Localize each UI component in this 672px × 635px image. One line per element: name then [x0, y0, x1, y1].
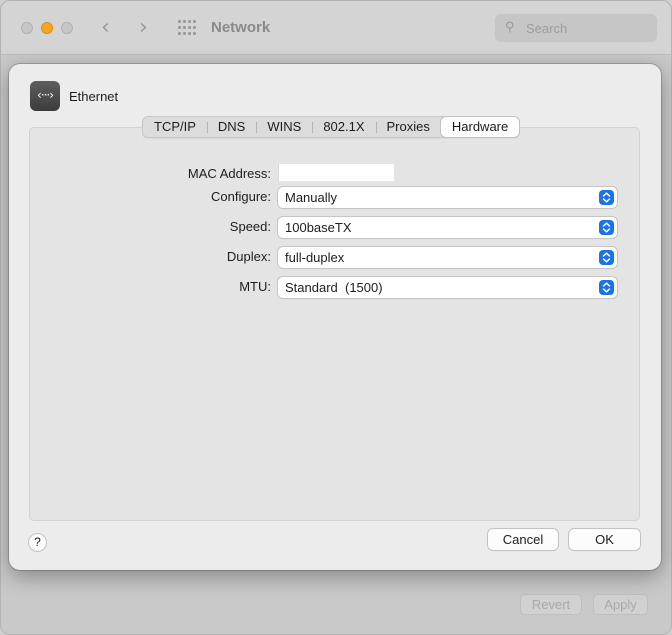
- duplex-popup[interactable]: full-duplex: [278, 247, 617, 268]
- ok-button[interactable]: OK: [569, 529, 640, 550]
- service-name: Ethernet: [69, 89, 119, 104]
- configure-value: Manually: [285, 190, 338, 205]
- revert-button[interactable]: Revert: [520, 594, 582, 615]
- speed-value: 100baseTX: [285, 220, 352, 235]
- mac-address-value: [278, 164, 394, 181]
- ethernet-hardware-sheet: ‹···› Ethernet TCP/IP DNS WINS 802.1X Pr…: [9, 64, 661, 570]
- mtu-row: MTU: Standard (1500): [9, 277, 661, 298]
- show-all-grid-icon[interactable]: [178, 20, 196, 36]
- chevron-right-icon[interactable]: ›: [139, 15, 148, 40]
- tab-8021x[interactable]: 802.1X: [312, 117, 375, 137]
- tab-tcpip[interactable]: TCP/IP: [143, 117, 207, 137]
- apply-button[interactable]: Apply: [593, 594, 648, 615]
- help-button[interactable]: ?: [29, 534, 46, 551]
- configure-label: Configure:: [211, 189, 271, 204]
- speed-label: Speed:: [229, 219, 271, 234]
- chevron-left-icon[interactable]: ‹: [101, 15, 110, 40]
- tab-dns[interactable]: DNS: [206, 117, 256, 137]
- mtu-popup[interactable]: Standard (1500): [278, 277, 617, 298]
- zoom-window-button[interactable]: [61, 22, 73, 34]
- chevron-up-down-icon: [599, 220, 614, 235]
- mtu-label: MTU:: [239, 279, 271, 294]
- toolbar: ‹ › Network ⚲ Search: [1, 1, 671, 55]
- configure-row: Configure: Manually: [9, 187, 661, 208]
- tab-wins[interactable]: WINS: [256, 117, 312, 137]
- chevron-up-down-icon: [599, 250, 614, 265]
- search-icon: ⚲: [505, 19, 515, 34]
- duplex-row: Duplex: full-duplex: [9, 247, 661, 268]
- ethernet-icon: ‹···›: [30, 81, 60, 111]
- search-field[interactable]: ⚲ Search: [495, 14, 657, 42]
- duplex-label: Duplex:: [226, 249, 271, 264]
- duplex-value: full-duplex: [285, 250, 345, 265]
- chevron-up-down-icon: [599, 280, 614, 295]
- configure-popup[interactable]: Manually: [278, 187, 617, 208]
- speed-row: Speed: 100baseTX: [9, 217, 661, 238]
- tab-bar: TCP/IP DNS WINS 802.1X Proxies Hardware: [142, 116, 521, 138]
- search-placeholder: Search: [526, 21, 568, 36]
- cancel-button[interactable]: Cancel: [488, 529, 558, 550]
- mtu-value: Standard (1500): [285, 280, 383, 295]
- close-window-button[interactable]: [21, 22, 33, 34]
- mac-address-label: MAC Address:: [187, 166, 271, 181]
- tab-hardware[interactable]: Hardware: [440, 117, 520, 137]
- tab-proxies[interactable]: Proxies: [375, 117, 441, 137]
- window-title: Network: [211, 19, 271, 36]
- minimize-window-button[interactable]: [41, 22, 53, 34]
- mac-address-row: MAC Address:: [9, 164, 661, 185]
- speed-popup[interactable]: 100baseTX: [278, 217, 617, 238]
- chevron-up-down-icon: [599, 190, 614, 205]
